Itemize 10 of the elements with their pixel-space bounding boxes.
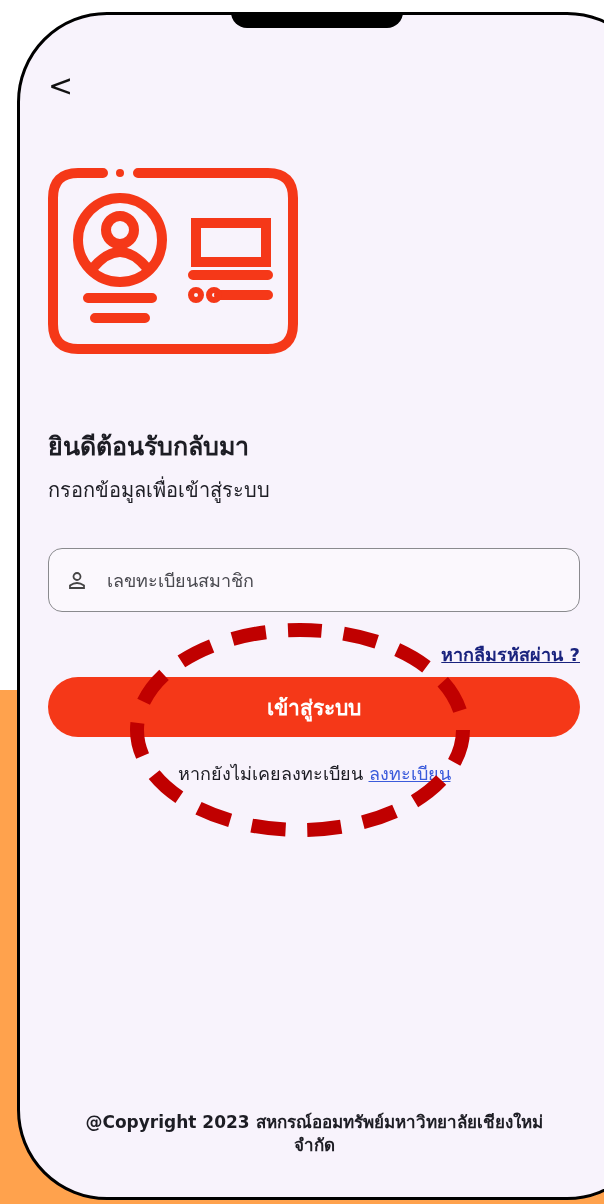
member-number-field[interactable]: เลขทะเบียนสมาชิก <box>48 548 580 612</box>
login-button[interactable]: เข้าสู่ระบบ <box>48 677 580 737</box>
register-link[interactable]: ลงทะเบียน <box>368 759 451 788</box>
register-prompt: หากยังไม่เคยลงทะเบียน <box>177 762 363 786</box>
forgot-password-link[interactable]: หากลืมรหัสผ่าน ? <box>441 640 580 669</box>
back-button[interactable]: < <box>44 71 78 101</box>
copyright-text: @Copyright 2023 สหกรณ์ออมทรัพย์มหาวิทยาลัยเชียงใหม่ จำกัด <box>84 1111 544 1157</box>
id-card-icon <box>48 168 298 354</box>
welcome-title: ยินดีต้อนรับกลับมา <box>48 431 250 463</box>
welcome-subtitle: กรอกข้อมูลเพื่อเข้าสู่ระบบ <box>48 475 271 505</box>
